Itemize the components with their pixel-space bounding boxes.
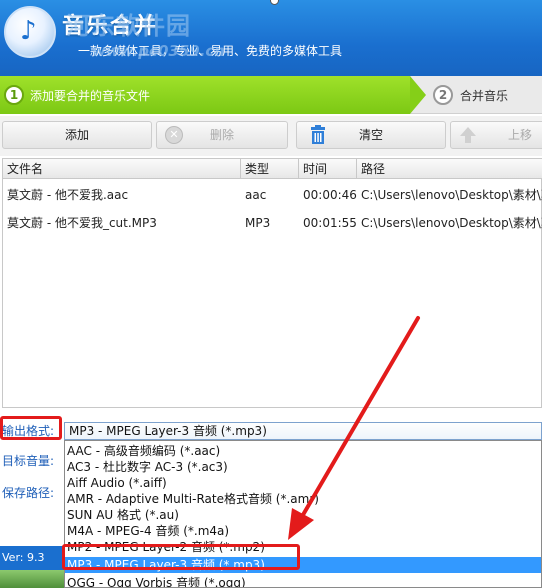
toolbar: 添加 ✕ 删除 清空 上移 xyxy=(0,116,542,156)
step-bar: 1 添加要合并的音乐文件 2 合并音乐 xyxy=(0,76,542,114)
format-option-aac[interactable]: AAC - 高级音频编码 (*.aac) xyxy=(65,443,541,459)
cell-name: 莫文蔚 - 他不爱我_cut.MP3 xyxy=(7,216,157,230)
delete-button[interactable]: ✕ 删除 xyxy=(156,121,288,149)
format-option-aiff[interactable]: Aiff Audio (*.aiff) xyxy=(65,475,541,491)
column-header-type[interactable]: 类型 xyxy=(241,159,299,179)
app-logo: ♪ xyxy=(4,6,56,58)
app-header: ♪ 音乐合并 河东软件园 一款多媒体工具，专业、易用、免费的多媒体工具 www.… xyxy=(0,0,542,76)
table-row[interactable]: 莫文蔚 - 他不爱我.aac aac 00:00:46 C:\Users\len… xyxy=(3,181,542,209)
cell-path: C:\Users\lenovo\Desktop\素材\莫 xyxy=(361,188,542,202)
step-merge-music[interactable]: 合并音乐 xyxy=(460,87,508,104)
step-add-files[interactable]: 1 添加要合并的音乐文件 xyxy=(0,76,410,114)
watermark-url: www.pc0359.cn xyxy=(92,42,225,60)
file-table[interactable]: 文件名 类型 时间 路径 莫文蔚 - 他不爱我.aac aac 00:00:46… xyxy=(2,158,542,408)
format-option-m4a[interactable]: M4A - MPEG-4 音频 (*.m4a) xyxy=(65,523,541,539)
cell-type: aac xyxy=(245,188,267,202)
column-header-path[interactable]: 路径 xyxy=(357,159,542,179)
version-label: Ver: 9.3 xyxy=(0,546,64,570)
step-arrow-icon xyxy=(410,76,426,114)
cell-path: C:\Users\lenovo\Desktop\素材\莫 xyxy=(361,216,542,230)
step-1-number: 1 xyxy=(4,85,24,105)
clear-label: 清空 xyxy=(358,128,383,142)
cell-name: 莫文蔚 - 他不爱我.aac xyxy=(7,188,129,202)
arrow-up-icon xyxy=(460,127,476,143)
format-option-ogg[interactable]: OGG - Ogg Vorbis 音频 (*.ogg) xyxy=(65,575,541,587)
annotation-box-output-format xyxy=(0,416,62,440)
table-header: 文件名 类型 时间 路径 xyxy=(3,159,542,179)
cell-time: 00:00:46 xyxy=(303,188,357,202)
delete-label: 删除 xyxy=(209,128,234,142)
add-button[interactable]: 添加 xyxy=(2,121,152,149)
column-header-time[interactable]: 时间 xyxy=(299,159,357,179)
save-path-label: 保存路径: xyxy=(2,486,55,500)
step-1-label: 添加要合并的音乐文件 xyxy=(30,89,151,103)
table-row[interactable]: 莫文蔚 - 他不爱我_cut.MP3 MP3 00:01:55 C:\Users… xyxy=(3,209,542,237)
format-option-amr[interactable]: AMR - Adaptive Multi-Rate格式音频 (*.amr) xyxy=(65,491,541,507)
cell-type: MP3 xyxy=(245,216,271,230)
format-option-ac3[interactable]: AC3 - 杜比数字 AC-3 (*.ac3) xyxy=(65,459,541,475)
step-2-number: 2 xyxy=(433,85,453,105)
column-header-name[interactable]: 文件名 xyxy=(3,159,241,179)
watermark-text: 河东软件园 xyxy=(66,12,191,40)
decorative-strip xyxy=(0,570,64,588)
output-format-select[interactable]: MP3 - MPEG Layer-3 音频 (*.mp3) xyxy=(64,422,542,440)
target-volume-label: 目标音量: xyxy=(2,454,55,468)
move-up-label: 上移 xyxy=(507,128,532,142)
cell-time: 00:01:55 xyxy=(303,216,357,230)
delete-icon: ✕ xyxy=(165,126,183,144)
move-up-button[interactable]: 上移 xyxy=(450,121,542,149)
annotation-box-mp3-option xyxy=(62,544,300,570)
format-option-au[interactable]: SUN AU 格式 (*.au) xyxy=(65,507,541,523)
trash-icon xyxy=(311,125,325,144)
clear-button[interactable]: 清空 xyxy=(296,121,446,149)
music-note-icon: ♪ xyxy=(20,16,37,46)
